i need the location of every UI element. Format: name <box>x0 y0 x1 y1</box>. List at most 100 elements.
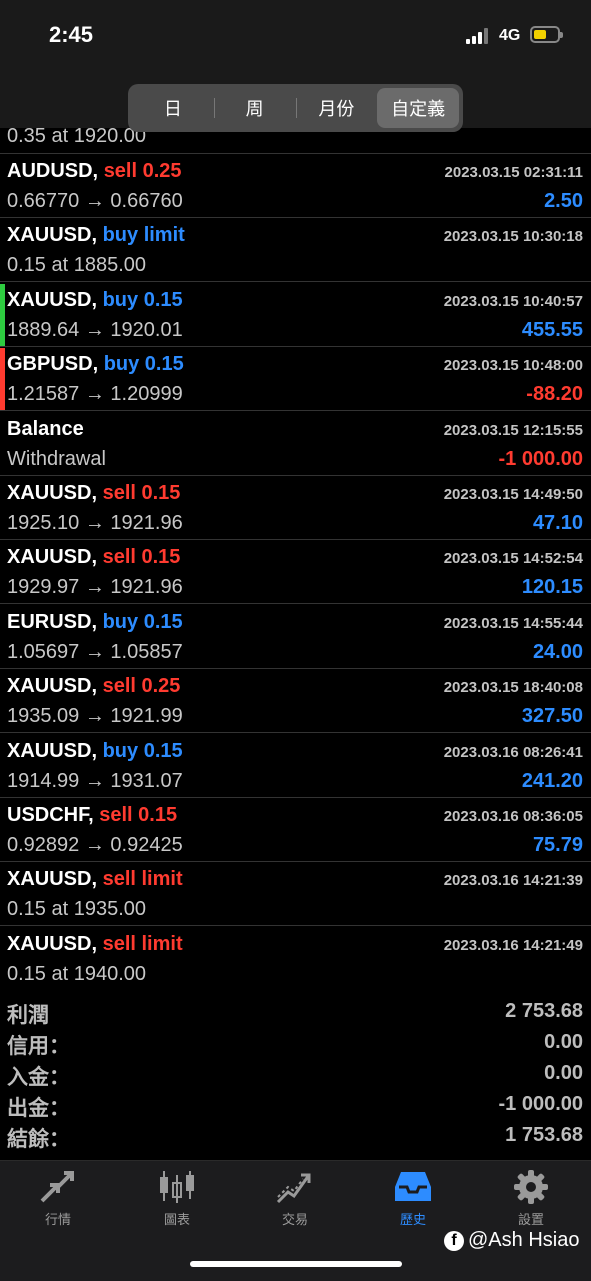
deal-action: sell 0.15 <box>99 804 178 826</box>
symbol-name: XAUUSD, <box>7 224 98 247</box>
list-item[interactable]: XAUUSD, buy 0.15 1914.99 → 1931.07 2023.03… <box>0 734 591 798</box>
tab-trade[interactable]: 交易 <box>245 1169 345 1239</box>
symbol-name: XAUUSD, <box>7 546 98 569</box>
deal-symbol: XAUUSD, buy limit <box>7 224 185 247</box>
summary-value: 0.00 <box>544 1062 583 1084</box>
deal-description: 0.92892 → 0.92425 <box>7 834 183 856</box>
candlestick-chart-icon <box>160 1171 194 1203</box>
deal-description: 1914.99 → 1931.07 <box>7 769 183 792</box>
deal-symbol: XAUUSD, sell 0.15 <box>7 482 180 505</box>
summary-label: 入金： <box>7 1066 70 1089</box>
history-inbox-icon <box>395 1172 431 1201</box>
tab-quotes[interactable]: 行情 <box>8 1169 108 1239</box>
deal-marker <box>0 863 5 925</box>
summary-balance: 結餘： 1 753.68 <box>0 1121 591 1152</box>
summary-withdrawal: 出金： -1 000.00 <box>0 1090 591 1121</box>
deal-marker <box>0 283 5 346</box>
deal-profit: -88.20 <box>526 383 583 406</box>
deal-date: 2023.03.15 10:48:00 <box>443 357 583 375</box>
deal-action: buy 0.15 <box>102 288 183 311</box>
deal-date: 2023.03.16 08:26:41 <box>443 743 583 761</box>
deal-marker <box>0 735 5 797</box>
list-item[interactable]: GBPUSD, buy 0.15 1.21587 → 1.20999 2023.03… <box>0 347 591 412</box>
deal-marker <box>0 155 5 217</box>
history-list[interactable]: 0.35 at 1920.00 AUDUSD, sell 0.25 0.66770… <box>0 120 591 990</box>
deal-marker <box>0 928 5 990</box>
list-item[interactable]: XAUUSD, sell limit 0.15 at 1940.00 2023.03… <box>0 927 591 990</box>
deal-date: 2023.03.15 10:30:18 <box>443 228 583 246</box>
deal-description: 1925.10 → 1921.96 <box>7 512 183 534</box>
trade-trend-icon <box>276 1173 311 1204</box>
list-item[interactable]: Balance Withdrawal 2023.03.15 12:15:55 -1 … <box>0 412 591 476</box>
deal-marker <box>0 219 5 281</box>
deal-symbol: XAUUSD, sell limit <box>7 933 183 956</box>
list-item[interactable]: XAUUSD, buy limit 0.15 at 1885.00 2023.03.… <box>0 218 591 283</box>
deal-symbol: Balance <box>7 418 84 441</box>
quotes-arrows-icon <box>40 1171 74 1203</box>
tab-chart[interactable]: 圖表 <box>127 1169 227 1239</box>
summary-profit: 利潤 2 753.68 <box>0 997 591 1028</box>
deal-action: sell 0.25 <box>103 160 182 182</box>
summary-credit: 信用： 0.00 <box>0 1028 591 1059</box>
summary-label: 利潤 <box>7 1004 49 1027</box>
symbol-name: AUDUSD, <box>7 160 99 182</box>
deal-symbol: USDCHF, sell 0.15 <box>7 804 177 827</box>
deal-profit: 75.79 <box>532 834 583 856</box>
deal-symbol: XAUUSD, buy 0.15 <box>7 289 183 312</box>
tab-week[interactable]: 周 <box>213 88 296 128</box>
deal-date: 2023.03.15 14:55:44 <box>443 614 583 632</box>
tab-month[interactable]: 月份 <box>295 88 378 128</box>
deal-symbol: XAUUSD, buy 0.15 <box>7 740 183 763</box>
list-item[interactable]: EURUSD, buy 0.15 1.05697 → 1.05857 2023.03… <box>0 605 591 669</box>
summary-label: 信用： <box>7 1035 70 1058</box>
list-item[interactable]: XAUUSD, buy 0.15 1889.64 → 1920.01 2023.03… <box>0 283 591 347</box>
deal-description: 0.15 at 1940.00 <box>7 962 147 985</box>
symbol-name: XAUUSD, <box>7 288 98 311</box>
symbol-name: XAUUSD, <box>7 868 98 891</box>
deal-action: sell 0.25 <box>102 675 181 698</box>
deal-description: 1935.09 → 1921.99 <box>7 705 183 728</box>
deal-date: 2023.03.16 14:21:49 <box>443 936 583 954</box>
deal-description: 1929.97 → 1921.96 <box>7 576 183 599</box>
list-item[interactable]: XAUUSD, sell 0.15 1925.10 → 1921.96 2023.0… <box>0 476 591 540</box>
deal-date: 2023.03.16 08:36:05 <box>443 808 583 825</box>
list-item[interactable]: XAUUSD, sell 0.25 1935.09 → 1921.99 2023.0… <box>0 669 591 734</box>
deal-action: sell 0.15 <box>102 482 181 504</box>
deal-profit: 24.00 <box>532 640 583 663</box>
deal-symbol: AUDUSD, sell 0.25 <box>7 160 182 183</box>
deal-profit: 2.50 <box>544 190 583 212</box>
deal-marker <box>0 541 5 603</box>
list-item[interactable]: USDCHF, sell 0.15 0.92892 → 0.92425 2023.0… <box>0 798 591 862</box>
tab-label: 設置 <box>517 1212 544 1227</box>
deal-profit: 47.10 <box>532 512 583 534</box>
symbol-name: XAUUSD, <box>7 675 98 698</box>
facebook-icon: f <box>444 1230 464 1251</box>
tab-label: 交易 <box>281 1212 308 1227</box>
cellular-signal-icon <box>466 28 492 44</box>
list-item[interactable]: XAUUSD, sell limit 0.15 at 1935.00 2023.03… <box>0 862 591 927</box>
deal-date: 2023.03.16 14:21:39 <box>443 872 583 890</box>
tab-label: 歷史 <box>399 1212 426 1227</box>
deal-marker <box>0 413 5 475</box>
network-type: 4G <box>499 27 521 44</box>
deal-profit: 455.55 <box>521 318 583 341</box>
deal-symbol: XAUUSD, sell 0.25 <box>7 675 180 698</box>
home-indicator[interactable] <box>190 1261 402 1267</box>
summary-label: 出金： <box>7 1097 70 1120</box>
list-item[interactable]: XAUUSD, sell 0.15 1929.97 → 1921.96 2023.0… <box>0 540 591 605</box>
tab-custom[interactable]: 自定義 <box>377 88 459 128</box>
history-summary: 利潤 2 753.68 信用： 0.00 入金： 0.00 出金： -1 000… <box>0 994 591 1154</box>
gear-icon <box>514 1170 548 1204</box>
deal-description: Withdrawal <box>7 447 106 470</box>
deal-date: 2023.03.15 18:40:08 <box>443 679 583 697</box>
period-segmented-control: 日 周 月份 自定義 <box>128 84 463 132</box>
tab-day[interactable]: 日 <box>132 88 214 128</box>
deal-description: 0.35 at 1920.00 <box>7 125 147 147</box>
list-item[interactable]: AUDUSD, sell 0.25 0.66770 → 0.66760 2023.0… <box>0 154 591 218</box>
deal-profit: 241.20 <box>521 769 583 792</box>
summary-value: 0.00 <box>544 1031 583 1053</box>
deal-date: 2023.03.15 14:52:54 <box>443 550 583 568</box>
summary-label: 結餘： <box>7 1128 70 1151</box>
symbol-name: XAUUSD, <box>7 739 98 762</box>
summary-value: 1 753.68 <box>505 1124 583 1146</box>
